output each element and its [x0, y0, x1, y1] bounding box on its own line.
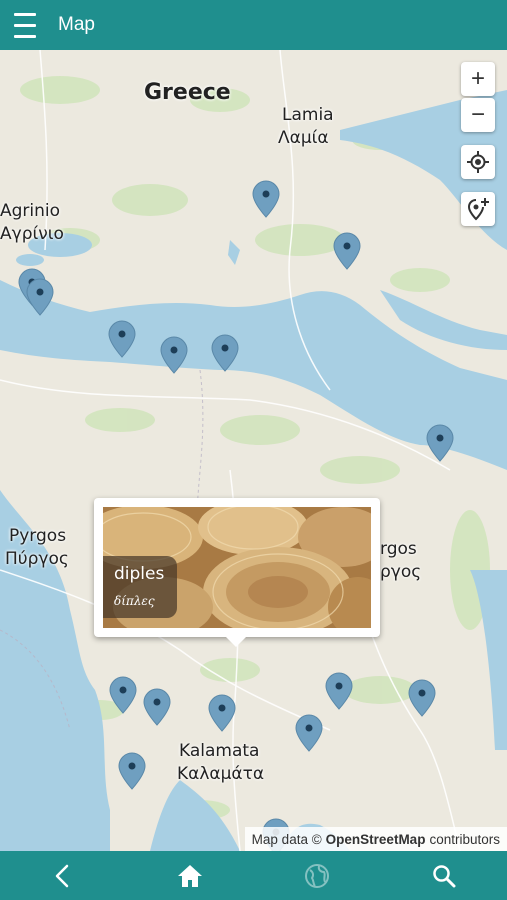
zoom-in-button[interactable]: + [461, 62, 495, 96]
crosshair-icon [467, 151, 489, 173]
place-pin[interactable] [208, 694, 236, 732]
locate-me-button[interactable] [461, 145, 495, 179]
map-view[interactable]: Greece Lamia Λαμία Agrinio Αγρίνιο Pyrgo… [0, 50, 507, 851]
place-pin[interactable] [408, 679, 436, 717]
dish-caption: diples δίπλες [103, 556, 177, 618]
home-button[interactable] [160, 851, 220, 900]
city-label-agrinio-gr: Αγρίνιο [0, 224, 64, 244]
place-pin[interactable] [211, 334, 239, 372]
search-button[interactable] [414, 851, 474, 900]
search-icon [432, 864, 456, 887]
place-pin[interactable] [143, 688, 171, 726]
city-label-tripoli-en: rgos [380, 539, 417, 559]
dish-name-gr: δίπλες [114, 594, 155, 608]
home-icon [178, 864, 203, 887]
place-popup[interactable]: diples δίπλες [94, 498, 380, 647]
back-button[interactable] [33, 851, 93, 900]
country-label: Greece [144, 80, 231, 105]
top-app-bar: Map [0, 0, 507, 50]
page-title: Map [58, 14, 95, 35]
dish-photo: diples δίπλες [103, 507, 371, 628]
city-label-tripoli-gr: ργος [380, 562, 422, 582]
city-label-agrinio-en: Agrinio [0, 201, 61, 221]
add-place-button[interactable] [461, 192, 495, 226]
add-location-icon [467, 198, 489, 221]
place-pin[interactable] [109, 676, 137, 714]
place-pin[interactable] [118, 752, 146, 790]
place-pin[interactable] [325, 672, 353, 710]
attribution-prefix: Map data © [251, 831, 322, 847]
place-pin[interactable] [108, 320, 136, 358]
bottom-nav [0, 851, 507, 900]
city-label-kalamata-gr: Καλαμάτα [177, 764, 265, 784]
place-pin[interactable] [252, 180, 280, 218]
city-label-pyrgos-en: Pyrgos [9, 526, 67, 546]
place-pin[interactable] [26, 278, 54, 316]
place-pin[interactable] [295, 714, 323, 752]
dish-name-en: diples [114, 564, 165, 584]
city-label-lamia-gr: Λαμία [278, 128, 329, 148]
place-pin[interactable] [333, 232, 361, 270]
back-icon [56, 864, 69, 887]
place-pin[interactable] [426, 424, 454, 462]
zoom-out-button[interactable]: − [461, 98, 495, 132]
place-pin[interactable] [160, 336, 188, 374]
attribution-link[interactable]: OpenStreetMap [326, 832, 426, 847]
hamburger-menu-icon[interactable] [0, 0, 50, 50]
globe-button[interactable] [287, 851, 347, 900]
city-label-kalamata-en: Kalamata [179, 741, 260, 761]
map-attribution: Map data © OpenStreetMap contributors [244, 827, 507, 851]
city-label-pyrgos-gr: Πύργος [5, 549, 69, 569]
attribution-suffix: contributors [429, 831, 500, 847]
city-label-lamia-en: Lamia [282, 105, 334, 125]
globe-icon [304, 863, 329, 888]
